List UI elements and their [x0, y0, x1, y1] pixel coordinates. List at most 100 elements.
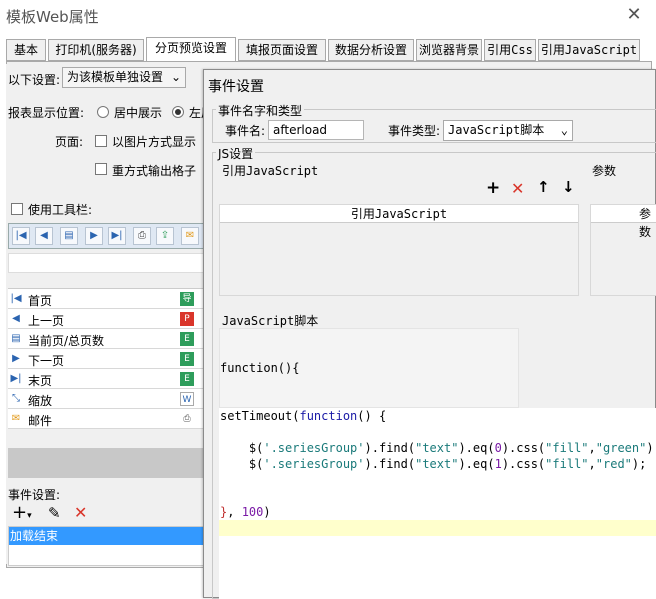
scope-label: 以下设置: [8, 73, 61, 87]
event-list-item[interactable]: 加载结束 [9, 527, 203, 545]
tab-basic[interactable]: 基本 [6, 39, 46, 61]
repeat-output-checkbox[interactable] [95, 163, 107, 175]
last-page-icon: ▶| [10, 373, 22, 384]
ref-js-table: 引用JavaScript [219, 204, 579, 296]
list-scrollbar-area [8, 448, 204, 478]
scope-select[interactable]: 为该模板单独设置 ⌄ [62, 67, 186, 88]
event-name-input[interactable]: afterload [268, 120, 364, 140]
page-count-icon: ▤ [11, 333, 21, 344]
params-table-header: 参数 [591, 205, 656, 239]
print-icon: ⎙ [180, 412, 194, 426]
event-type-value: JavaScript脚本 [448, 123, 545, 137]
list-item[interactable]: ▤ 当前页/总页数 E [8, 329, 204, 349]
list-item[interactable]: |◀ 首页 导 [8, 289, 204, 309]
delete-ref-button[interactable]: ✕ [511, 179, 524, 198]
toolbar-items-list: |◀ 首页 导 ◀ 上一页 P ▤ 当前页/总页数 E ▶ 下一页 E ▶| 末… [8, 288, 204, 429]
dialog-title: 事件设置 [208, 79, 264, 95]
move-up-button[interactable]: ↑ [537, 178, 550, 196]
list-item-label: 首页 [28, 294, 53, 308]
export-icon: 导 [180, 292, 194, 306]
list-item-label: 下一页 [28, 354, 65, 368]
tab-ref-css[interactable]: 引用Css [484, 39, 536, 61]
event-list: 加载结束 [8, 526, 204, 566]
ref-js-table-header: 引用JavaScript [220, 205, 578, 223]
first-page-icon: |◀ [10, 293, 22, 304]
edit-icon[interactable]: ✎ [48, 504, 61, 522]
page-count-icon[interactable]: ▤ [60, 227, 78, 245]
use-toolbar-label: 使用工具栏: [28, 203, 93, 217]
ref-js-label: 引用JavaScript [222, 164, 319, 178]
tab-browser-bg[interactable]: 浏览器背景 [416, 39, 482, 61]
event-settings-dialog: 事件设置 事件名字和类型 事件名: afterload 事件类型: JavaSc… [203, 69, 656, 599]
plus-icon: + [12, 502, 28, 523]
last-page-icon[interactable]: ▶| [108, 227, 126, 245]
list-item[interactable]: ▶| 末页 E [8, 369, 204, 389]
position-left-radio[interactable] [172, 106, 184, 118]
js-settings-group-label: JS设置 [216, 145, 256, 162]
window-title: 模板Web属性 [6, 8, 99, 26]
image-mode-label: 以图片方式显示 [112, 135, 197, 149]
list-item[interactable]: ⤡ 缩放 W [8, 389, 204, 409]
name-type-group-label: 事件名字和类型 [216, 102, 305, 119]
params-label: 参数 [592, 164, 617, 178]
word-icon: W [180, 392, 194, 406]
event-name-label: 事件名: [225, 124, 266, 138]
chevron-down-icon: ⌄ [560, 123, 568, 137]
event-settings-label: 事件设置: [8, 488, 61, 502]
current-line-highlight [219, 520, 656, 536]
next-page-icon: ▶ [12, 353, 20, 364]
use-toolbar-checkbox[interactable] [11, 203, 23, 215]
code-line-4: $('.seriesGroup').find("text").eq(1).css… [220, 457, 647, 471]
list-item[interactable]: ▶ 下一页 E [8, 349, 204, 369]
list-item[interactable]: ✉ 邮件 ⎙ [8, 409, 204, 429]
function-header-box: function(){ [219, 328, 519, 408]
list-item-label: 邮件 [28, 414, 53, 428]
chevron-down-icon: ⌄ [170, 70, 181, 84]
prev-page-icon[interactable]: ◀ [35, 227, 53, 245]
export-icon[interactable]: ⇪ [156, 227, 174, 245]
toolbar-preview: |◀ ◀ ▤ ▶ ▶| ⎙ ⇪ ✉ [8, 223, 208, 249]
list-item[interactable]: ◀ 上一页 P [8, 309, 204, 329]
mail-icon: ✉ [11, 413, 21, 424]
tab-paging-preview[interactable]: 分页预览设置 [146, 37, 236, 62]
tab-ref-js[interactable]: 引用JavaScript [538, 39, 640, 61]
excel-icon: E [180, 332, 194, 346]
prev-page-icon: ◀ [12, 313, 20, 324]
pdf-icon: P [180, 312, 194, 326]
scope-value: 为该模板单独设置 [67, 70, 164, 84]
position-center-label: 居中展示 [114, 106, 163, 120]
script-editor[interactable]: setTimeout(function() { $('.seriesGroup'… [219, 408, 656, 599]
next-page-icon[interactable]: ▶ [85, 227, 103, 245]
code-line-3: $('.seriesGroup').find("text").eq(0).css… [220, 441, 656, 455]
move-down-button[interactable]: ↓ [562, 178, 575, 196]
excel-icon: E [180, 372, 194, 386]
function-declaration: function(){ [220, 361, 300, 375]
tab-fill-page[interactable]: 填报页面设置 [238, 39, 326, 61]
zoom-icon: ⤡ [12, 393, 20, 404]
add-ref-button[interactable]: + [486, 178, 500, 198]
position-center-radio[interactable] [97, 106, 109, 118]
close-icon[interactable]: ✕ [624, 4, 644, 25]
image-mode-checkbox[interactable] [95, 135, 107, 147]
page-label: 页面: [55, 135, 84, 149]
tab-data-analysis[interactable]: 数据分析设置 [328, 39, 414, 61]
list-item-label: 缩放 [28, 394, 53, 408]
repeat-output-label: 重方式输出格子 [112, 164, 197, 178]
event-type-label: 事件类型: [388, 124, 441, 138]
params-table: 参数 [590, 204, 656, 296]
toolbar-preview-blank [8, 253, 204, 273]
first-page-icon[interactable]: |◀ [12, 227, 30, 245]
position-label: 报表显示位置: [8, 106, 85, 120]
print-icon[interactable]: ⎙ [133, 227, 151, 245]
mail-icon[interactable]: ✉ [181, 227, 199, 245]
event-type-select[interactable]: JavaScript脚本 ⌄ [443, 120, 573, 141]
add-event-button[interactable]: +▾ [12, 502, 32, 523]
list-item-label: 上一页 [28, 314, 65, 328]
code-line-1: setTimeout(function() { [220, 409, 387, 423]
list-item-label: 末页 [28, 374, 53, 388]
script-label: JavaScript脚本 [222, 314, 319, 328]
tab-printer[interactable]: 打印机(服务器) [48, 39, 144, 61]
excel-icon: E [180, 352, 194, 366]
list-item-label: 当前页/总页数 [28, 334, 105, 348]
delete-icon[interactable]: ✕ [74, 503, 87, 522]
